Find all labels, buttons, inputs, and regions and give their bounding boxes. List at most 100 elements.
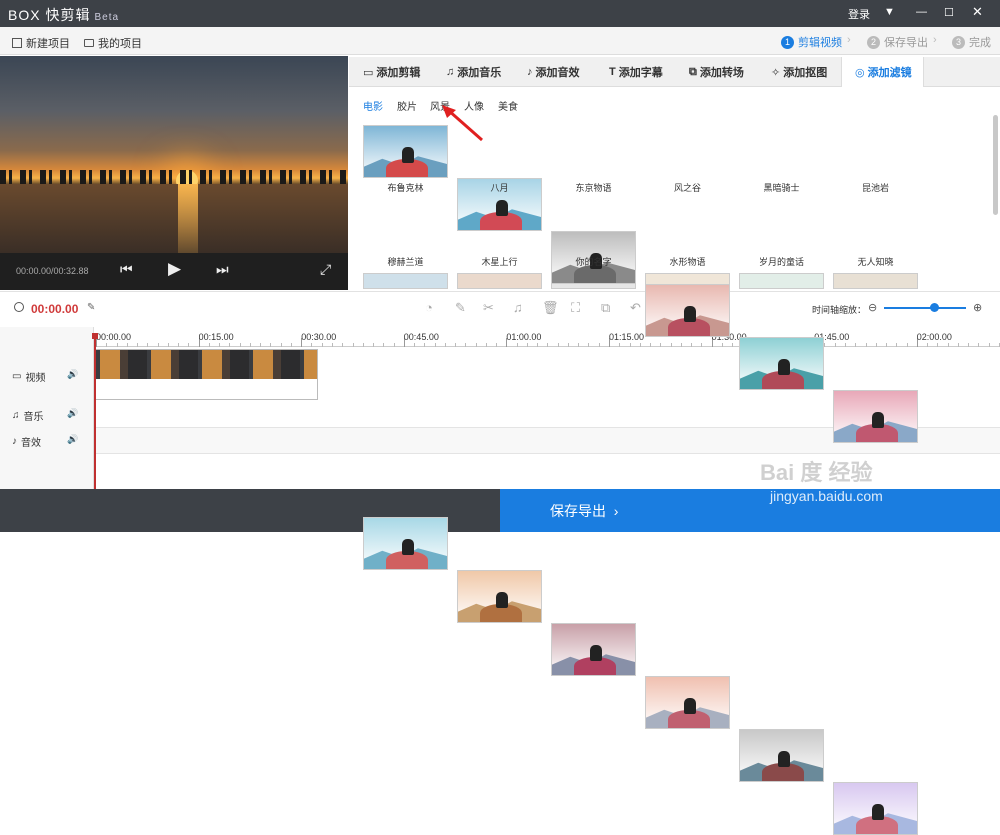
copy-icon[interactable]: ⧉ [601,300,610,316]
ruler-minor-tick [178,343,180,347]
zoom-slider-handle[interactable] [930,303,939,312]
save-export-button[interactable]: 保存导出 › [500,489,1000,532]
ruler-minor-tick [886,343,888,347]
filter-thumbnail[interactable] [739,729,824,782]
undo-icon[interactable]: ↶ [630,300,641,316]
dropdown-menu-icon[interactable]: ▼ [884,6,895,18]
tab-add-sound-effect[interactable]: ♪ 添加音效 [527,63,580,81]
ruler-minor-tick [526,343,528,347]
ruler-tick-label: 00:15.00 [198,332,234,342]
ruler-minor-tick [393,343,395,347]
filter-thumbnail[interactable] [363,125,448,178]
ruler-minor-tick [424,343,426,347]
play-icon[interactable]: ▶ [168,259,181,279]
ruler-minor-tick [280,343,282,347]
tab-add-transition[interactable]: ⧉ 添加转场 [689,63,744,81]
edit-icon[interactable]: ✎ [455,300,466,316]
music-volume-icon[interactable]: 🔊 [67,408,78,419]
crop-icon[interactable]: ⛶ [571,300,580,316]
tab-add-subtitle[interactable]: T 添加字幕 [609,63,663,81]
ruler-minor-tick [208,343,210,347]
next-frame-icon[interactable]: ⏭ [216,261,229,278]
sound-effect-icon: ♪ [527,66,533,78]
close-icon[interactable]: ✕ [972,4,983,20]
filter-thumbnail[interactable] [645,284,730,337]
playhead[interactable] [94,335,96,490]
maximize-icon[interactable]: ☐ [944,6,954,19]
ruler-minor-tick [988,343,990,347]
delete-icon[interactable]: 🗑 [542,300,559,316]
playback-time: 00:00.00/00:32.88 [16,266,89,276]
ruler-minor-tick [126,343,128,347]
ruler-minor-tick [157,343,159,347]
ruler-minor-tick [896,343,898,347]
ruler-minor-tick [352,343,354,347]
speed-icon[interactable]: ◔ [425,300,433,315]
ruler-minor-tick [106,343,108,347]
ruler-minor-tick [978,343,980,347]
ruler-minor-tick [834,343,836,347]
filter-label: 无人知晓 [857,257,894,267]
filter-category-movie[interactable]: 电影 [363,98,383,113]
tab-add-clip[interactable]: ▭ 添加剪辑 [363,63,420,81]
zoom-in-icon[interactable]: ⊕ [973,301,982,314]
ruler-minor-tick [249,343,251,347]
music-note-icon: ♫ [12,410,20,421]
timeline-ruler[interactable]: 00:00.00 00:15.00 00:30.00 00:45.00 01:00.00… [94,327,1000,347]
ruler-minor-tick [219,343,221,347]
filter-thumbnail[interactable] [833,390,918,443]
ruler-minor-tick [844,343,846,347]
filter-label: 穆赫兰道 [387,257,424,267]
filter-category-food[interactable]: 美食 [498,98,518,113]
step-done: 3 完成 [952,34,991,50]
previous-frame-icon[interactable]: ⏮ [120,261,133,278]
filter-thumbnail[interactable] [645,676,730,729]
ruler-minor-tick [321,343,323,347]
filter-thumbnail[interactable] [739,337,824,390]
ruler-minor-tick [270,343,272,347]
magic-wand-icon: ✧ [771,66,781,79]
baidu-watermark-url: jingyan.baidu.com [770,488,883,504]
folder-icon [84,39,94,47]
sound-effect-icon: ♪ [12,436,17,447]
my-projects-button[interactable]: 我的项目 [84,35,142,51]
bell-icon[interactable]: ♫ [513,300,523,315]
ruler-minor-tick [855,343,857,347]
ruler-minor-tick [619,343,621,347]
filter-category-film[interactable]: 胶片 [397,98,417,113]
edit-pencil-icon[interactable]: ✎ [87,302,95,313]
filter-thumbnail[interactable] [363,517,448,570]
fullscreen-icon[interactable]: ⤢ [320,261,331,278]
tab-add-filter[interactable]: ◎ 添加滤镜 [855,63,912,81]
new-project-button[interactable]: 新建项目 [12,35,70,51]
zoom-out-icon[interactable]: ⊖ [868,301,877,314]
filter-label: 黑暗骑士 [763,183,800,193]
video-clip[interactable] [95,349,318,400]
ruler-minor-tick [373,343,375,347]
ruler-minor-tick [311,343,313,347]
video-camera-icon: ▭ [363,66,374,79]
filter-thumbnail[interactable] [833,782,918,835]
tab-add-music[interactable]: ♫ 添加音乐 [446,63,501,81]
plus-square-icon [12,38,22,48]
playhead-handle[interactable] [92,333,98,339]
ruler-minor-tick [567,343,569,347]
ruler-minor-tick [475,343,477,347]
filter-label: 布鲁克林 [387,183,424,193]
filter-thumbnail[interactable] [457,570,542,623]
tab-add-cutout[interactable]: ✧ 添加抠图 [771,63,827,81]
filter-thumbnail[interactable] [551,623,636,676]
zoom-slider[interactable] [884,307,966,309]
video-volume-icon[interactable]: 🔊 [67,369,78,380]
ruler-tick-label: 01:00.00 [506,332,542,342]
scissors-icon[interactable]: ✂ [483,300,494,316]
ruler-minor-tick [937,343,939,347]
music-track-label: ♫ 音乐 [12,410,44,423]
login-link[interactable]: 登录 [848,6,870,22]
filter-scrollbar[interactable] [993,115,998,215]
filter-label: 八月 [490,183,509,193]
minimize-icon[interactable]: — [916,6,927,18]
ruler-minor-tick [290,343,292,347]
sfx-volume-icon[interactable]: 🔊 [67,434,78,445]
ruler-tick-label: 02:00.00 [916,332,952,342]
